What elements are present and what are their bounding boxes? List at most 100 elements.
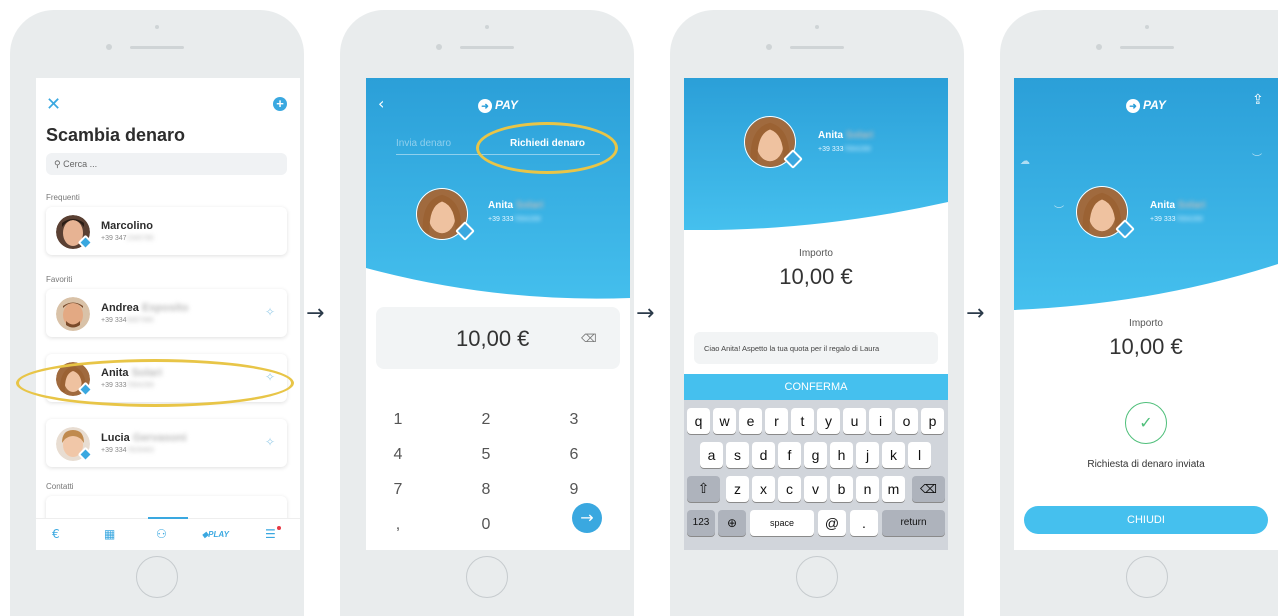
key[interactable]: a: [700, 442, 723, 468]
amount-value: 10,00 €: [779, 264, 853, 289]
keypad-key[interactable]: 3: [562, 411, 586, 429]
keypad-key[interactable]: 2: [474, 411, 498, 429]
amount-display: 10,00 € ⌫: [376, 307, 620, 369]
keypad-key[interactable]: ,: [386, 516, 410, 534]
speaker: [130, 46, 184, 49]
pay-logo-text: PAY: [495, 98, 518, 112]
back-icon[interactable]: ‹: [378, 94, 384, 113]
status-message: Richiesta di denaro inviata: [1087, 459, 1205, 470]
add-contact-button[interactable]: +: [273, 97, 287, 111]
header-wave: [684, 202, 948, 232]
key[interactable]: d: [752, 442, 775, 468]
keypad-key[interactable]: 7: [386, 481, 410, 499]
play-tab[interactable]: ◆PLAY: [202, 530, 229, 539]
key[interactable]: m: [882, 476, 905, 502]
people-tab-icon[interactable]: ⚇: [156, 527, 167, 541]
key[interactable]: i: [869, 408, 892, 434]
at-key[interactable]: @: [818, 510, 846, 536]
key[interactable]: p: [921, 408, 944, 434]
message-input[interactable]: Ciao Anita! Aspetto la tua quota per il …: [694, 332, 938, 364]
sensor: [1096, 44, 1102, 50]
key[interactable]: h: [830, 442, 853, 468]
key[interactable]: e: [739, 408, 762, 434]
speaker: [790, 46, 844, 49]
contact-card[interactable]: Lucia Gervasoni +39 3347829463 ✧: [46, 419, 287, 467]
contact-name: Anita Solari: [1150, 200, 1206, 211]
phone-frame-1: ✕ + Scambia denaro ⚲ Cerca ... Frequenti…: [10, 10, 304, 616]
search-icon: ⚲: [54, 160, 61, 170]
keypad-key[interactable]: 5: [474, 446, 498, 464]
share-icon[interactable]: ⇪: [1252, 92, 1264, 108]
return-key[interactable]: return: [882, 510, 945, 536]
pay-logo-icon: ➜: [478, 99, 493, 113]
keypad-key[interactable]: 8: [474, 481, 498, 499]
search-input[interactable]: ⚲ Cerca ...: [46, 153, 287, 175]
key[interactable]: s: [726, 442, 749, 468]
grid-tab-icon[interactable]: ▦: [104, 527, 115, 541]
pay-logo-icon: ➜: [1126, 99, 1141, 113]
screen-confirm: Anita Solari +39 3337894289 Importo 10,0…: [684, 78, 948, 550]
bird-icon: ︶: [1252, 154, 1262, 165]
key[interactable]: f: [778, 442, 801, 468]
flow-arrow-icon: →: [636, 301, 655, 326]
contact-card[interactable]: Andrea Esposito +39 3345687990 ✧: [46, 289, 287, 337]
euro-tab-icon[interactable]: €: [52, 527, 60, 541]
key[interactable]: y: [817, 408, 840, 434]
keyboard: q w e r t y u i o p a s d f g h j k l ⇧ …: [684, 400, 948, 550]
dot-key[interactable]: .: [850, 510, 878, 536]
next-arrow-button[interactable]: →: [572, 503, 602, 533]
section-label-contacts: Contatti: [46, 482, 74, 491]
pin-icon[interactable]: ✧: [265, 305, 275, 319]
key[interactable]: b: [830, 476, 853, 502]
key[interactable]: l: [908, 442, 931, 468]
backspace-icon[interactable]: ⌫: [581, 332, 597, 345]
key[interactable]: k: [882, 442, 905, 468]
shift-key-icon[interactable]: ⇧: [687, 476, 720, 502]
camera: [1145, 25, 1149, 29]
key[interactable]: j: [856, 442, 879, 468]
keypad-key[interactable]: 4: [386, 446, 410, 464]
contact-name: Lucia Gervasoni: [101, 432, 187, 444]
home-button[interactable]: [796, 556, 838, 598]
space-key[interactable]: space: [750, 510, 814, 536]
key[interactable]: r: [765, 408, 788, 434]
home-button[interactable]: [136, 556, 178, 598]
key[interactable]: q: [687, 408, 710, 434]
contact-name: Anita Solari: [488, 200, 544, 211]
sensor: [766, 44, 772, 50]
keypad-key[interactable]: 0: [474, 516, 498, 534]
close-icon[interactable]: ✕: [46, 94, 61, 115]
key[interactable]: n: [856, 476, 879, 502]
camera: [815, 25, 819, 29]
key[interactable]: c: [778, 476, 801, 502]
key[interactable]: t: [791, 408, 814, 434]
highlight-ring: [476, 122, 618, 174]
menu-tab-icon[interactable]: ☰: [265, 527, 276, 541]
key[interactable]: u: [843, 408, 866, 434]
keypad-key[interactable]: 9: [562, 481, 586, 499]
keypad-key[interactable]: 6: [562, 446, 586, 464]
globe-key-icon[interactable]: ⊕: [718, 510, 746, 536]
avatar: [56, 297, 90, 331]
close-button[interactable]: CHIUDI: [1024, 506, 1268, 534]
key[interactable]: z: [726, 476, 749, 502]
phone-frame-2: ‹ ➜ PAY Invia denaro Richiedi denaro Anit…: [340, 10, 634, 616]
numbers-key[interactable]: 123: [687, 510, 715, 536]
home-button[interactable]: [466, 556, 508, 598]
header-wave: [366, 268, 630, 308]
key[interactable]: w: [713, 408, 736, 434]
tab-send-money[interactable]: Invia denaro: [396, 138, 451, 149]
speaker: [1120, 46, 1174, 49]
key[interactable]: v: [804, 476, 827, 502]
keypad-key[interactable]: 1: [386, 411, 410, 429]
key[interactable]: o: [895, 408, 918, 434]
pin-icon[interactable]: ✧: [265, 435, 275, 449]
flow-arrow-icon: →: [966, 301, 985, 326]
bird-icon: ︶: [1054, 206, 1064, 217]
home-button[interactable]: [1126, 556, 1168, 598]
key[interactable]: x: [752, 476, 775, 502]
contact-card[interactable]: Marcolino +39 3472345780: [46, 207, 287, 255]
key[interactable]: g: [804, 442, 827, 468]
delete-key-icon[interactable]: ⌫: [912, 476, 945, 502]
confirm-button[interactable]: CONFERMA: [684, 374, 948, 400]
